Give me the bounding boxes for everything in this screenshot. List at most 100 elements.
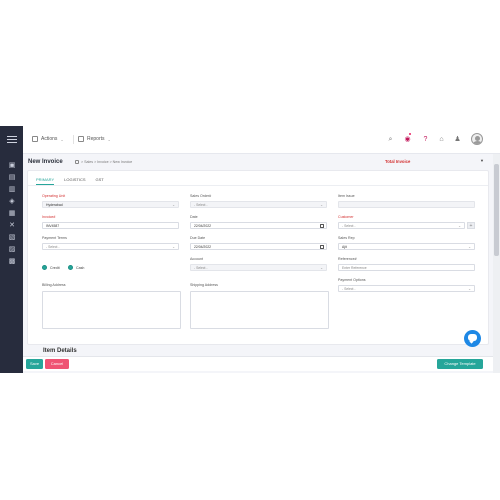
reports-icon [78, 136, 84, 142]
sales-rep-select[interactable]: Ajit ⌄ [338, 243, 475, 250]
app-frame: ▣ ▤ ▥ ◈ ▦ ✕ ▧ ▨ ▩ Actions ⌄ Reports ⌄ ⌕ … [0, 126, 500, 373]
tab-gst[interactable]: GST [96, 177, 104, 185]
chevron-down-icon: ⌄ [107, 136, 111, 142]
notifications-icon[interactable]: ◉ [403, 133, 412, 144]
top-bar: Actions ⌄ Reports ⌄ ⌕ ◉ ? ⌂ ♟ [23, 126, 500, 154]
sidebar-documents-icon[interactable]: ▩ [8, 258, 16, 265]
alerts-icon[interactable]: ♟ [453, 135, 462, 144]
invoice-number-input[interactable]: INV4587 [42, 222, 179, 229]
save-button[interactable]: Save [26, 359, 43, 369]
chevron-down-icon: ⌄ [468, 245, 471, 249]
chevron-down-icon: ⌄ [172, 245, 175, 249]
breadcrumb-text[interactable]: > Sales > Invoice > New Invoice [81, 160, 132, 164]
payment-options-placeholder: - Select - [342, 287, 356, 291]
due-date-label: Due Date [190, 236, 206, 240]
calendar-icon[interactable] [320, 245, 324, 249]
reference-input[interactable]: Enter Reference [338, 264, 475, 271]
sidebar: ▣ ▤ ▥ ◈ ▦ ✕ ▧ ▨ ▩ [0, 126, 23, 373]
chevron-down-icon: ⌄ [458, 224, 461, 228]
date-label: Date [190, 215, 198, 219]
avatar[interactable] [471, 133, 483, 145]
total-invoice: Total Invoice [385, 159, 411, 164]
chevron-down-icon: ⌄ [320, 203, 323, 207]
sales-order-select[interactable]: - Select - ⌄ [190, 201, 327, 208]
payment-terms-select[interactable]: - Select - ⌄ [42, 243, 179, 250]
payment-options-select[interactable]: - Select - ⌄ [338, 285, 475, 292]
invoice-number-label: Invoice# [42, 215, 56, 219]
cash-radio[interactable] [68, 265, 73, 270]
payment-options-label: Payment Options [338, 278, 366, 282]
cash-label: Cash [76, 266, 85, 270]
operating-unit-label: Operating Unit [42, 194, 66, 198]
divider [73, 135, 74, 144]
billing-address-label: Billing Address [42, 283, 66, 287]
actions-icon [32, 136, 38, 142]
date-value: 22/04/2022 [194, 224, 211, 228]
date-input[interactable]: 22/04/2022 [190, 222, 327, 229]
reports-label: Reports [87, 136, 105, 142]
billing-address-textarea[interactable] [42, 291, 181, 329]
sidebar-reports-icon[interactable]: ▥ [8, 186, 16, 193]
sales-order-label: Sales Order# [190, 194, 212, 198]
chevron-down-icon: ⌄ [468, 287, 471, 291]
sidebar-accounts-icon[interactable]: ▧ [8, 234, 16, 241]
sidebar-settings-icon[interactable]: ▨ [8, 246, 16, 253]
notification-badge [409, 133, 411, 135]
item-issue-label: Item Issue [338, 194, 355, 198]
invoice-form-card: PRIMARY LOGISTICS GST Operating Unit Hyd… [27, 170, 489, 345]
chat-icon[interactable] [464, 330, 481, 347]
scrollbar[interactable] [493, 154, 500, 373]
sales-order-placeholder: - Select - [194, 203, 208, 207]
actions-label: Actions [41, 136, 58, 142]
reference-placeholder: Enter Reference [342, 266, 367, 270]
home-icon[interactable] [75, 160, 79, 164]
calendar-icon[interactable] [320, 224, 324, 228]
search-icon[interactable]: ⌕ [386, 135, 395, 144]
reports-menu[interactable]: Reports ⌄ [78, 136, 111, 142]
account-select[interactable]: - Select - ⌄ [190, 264, 327, 271]
help-icon[interactable]: ? [421, 135, 430, 144]
page-header: New Invoice > Sales > Invoice > New Invo… [23, 154, 500, 170]
sidebar-dashboard-icon[interactable]: ▣ [8, 162, 16, 169]
customer-placeholder: - Select - [342, 224, 356, 228]
add-customer-button[interactable]: + [467, 222, 475, 229]
collapse-icon[interactable]: ▼ [480, 158, 484, 163]
invoice-number-value: INV4587 [46, 224, 60, 228]
footer-bar: Save Cancel Change Template [23, 356, 493, 371]
chevron-down-icon: ⌄ [172, 203, 175, 207]
tabs-divider [28, 185, 488, 186]
form-tabs: PRIMARY LOGISTICS GST [36, 177, 104, 185]
shipping-address-label: Shipping Address [190, 283, 218, 287]
reference-label: Reference# [338, 257, 357, 261]
item-issue-input[interactable] [338, 201, 475, 208]
sidebar-tools-icon[interactable]: ✕ [8, 222, 16, 229]
credit-label: Credit [50, 266, 60, 270]
home-icon[interactable]: ⌂ [437, 135, 446, 144]
breadcrumb: > Sales > Invoice > New Invoice [75, 160, 132, 164]
tab-primary[interactable]: PRIMARY [36, 177, 55, 185]
sidebar-inventory-icon[interactable]: ◈ [8, 198, 16, 205]
page-title: New Invoice [28, 159, 63, 165]
cancel-button[interactable]: Cancel [45, 359, 69, 369]
credit-radio[interactable] [42, 265, 47, 270]
account-label: Account [190, 257, 203, 261]
sales-rep-label: Sales Rep [338, 236, 355, 240]
tab-logistics[interactable]: LOGISTICS [64, 177, 85, 185]
payment-terms-label: Payment Terms [42, 236, 67, 240]
account-placeholder: - Select - [194, 266, 208, 270]
scrollbar-thumb[interactable] [494, 164, 499, 256]
actions-menu[interactable]: Actions ⌄ [32, 136, 64, 142]
chevron-down-icon: ⌄ [320, 266, 323, 270]
shipping-address-textarea[interactable] [190, 291, 329, 329]
item-details-heading: Item Details [43, 348, 77, 354]
menu-toggle-icon[interactable] [7, 136, 17, 143]
sidebar-sales-icon[interactable]: ▤ [8, 174, 16, 181]
due-date-input[interactable]: 22/04/2022 [190, 243, 327, 250]
customer-label: Customer [338, 215, 354, 219]
customer-select[interactable]: - Select - ⌄ [338, 222, 465, 229]
operating-unit-select[interactable]: Hyderabad ⌄ [42, 201, 179, 208]
payment-terms-placeholder: - Select - [46, 245, 60, 249]
operating-unit-value: Hyderabad [46, 203, 63, 207]
change-template-button[interactable]: Change Template [437, 359, 483, 369]
sidebar-purchase-icon[interactable]: ▦ [8, 210, 16, 217]
